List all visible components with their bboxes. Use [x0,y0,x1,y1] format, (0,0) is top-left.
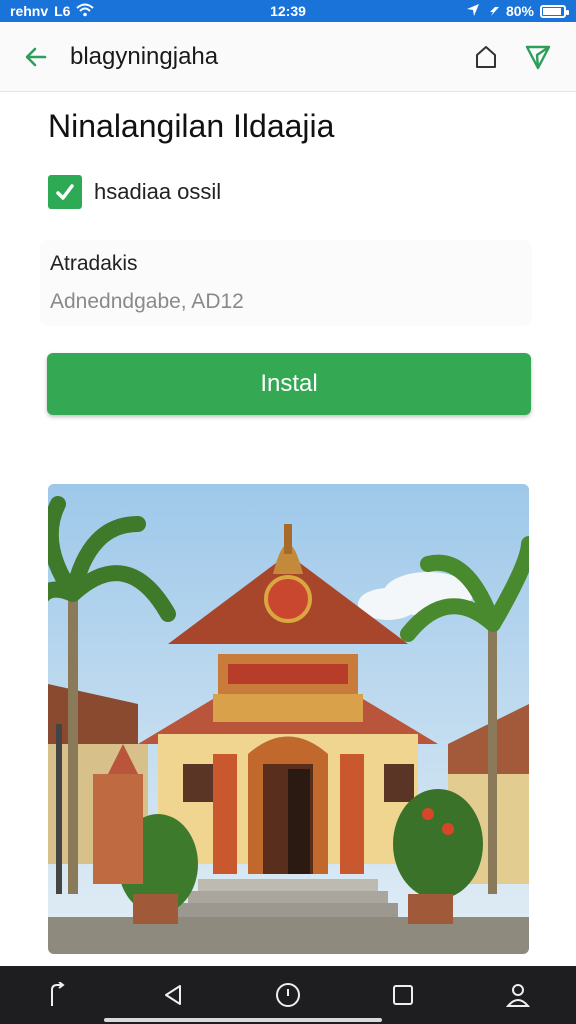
bookmark-icon[interactable] [464,35,508,79]
share-icon[interactable] [34,971,82,1019]
back-arrow-icon[interactable] [16,37,56,77]
nav-bar [0,966,576,1024]
home-indicator[interactable] [104,1018,382,1022]
field-label: Atradakis [50,252,138,275]
app-title: blagyningjaha [70,42,219,70]
recents-icon[interactable] [379,971,427,1019]
checkbox-label: hsadiaa ossil [94,179,222,204]
send-icon[interactable] [516,35,560,79]
field-value[interactable]: Adnedndgabe, AD12 [50,290,244,314]
home-icon[interactable] [264,971,312,1019]
temple-photo [48,484,529,954]
location-icon [466,3,480,20]
signal-icon [486,3,500,20]
page-title: Ninalangilan Ildaajia [48,108,335,144]
battery-icon [540,4,569,18]
battery-percent: 80% [505,3,534,19]
status-bar: rehnv L6 12:39 80% [0,0,576,22]
back-icon[interactable] [149,971,197,1019]
checkbox-row[interactable]: hsadiaa ossil [48,175,221,209]
wifi-icon [76,3,95,20]
network-label: L6 [54,3,71,19]
install-button[interactable]: Instal [47,353,531,415]
app-bar: blagyningjaha [0,22,576,92]
profile-icon[interactable] [494,971,542,1019]
carrier-label: rehnv [10,3,49,19]
checkbox[interactable] [48,175,82,209]
